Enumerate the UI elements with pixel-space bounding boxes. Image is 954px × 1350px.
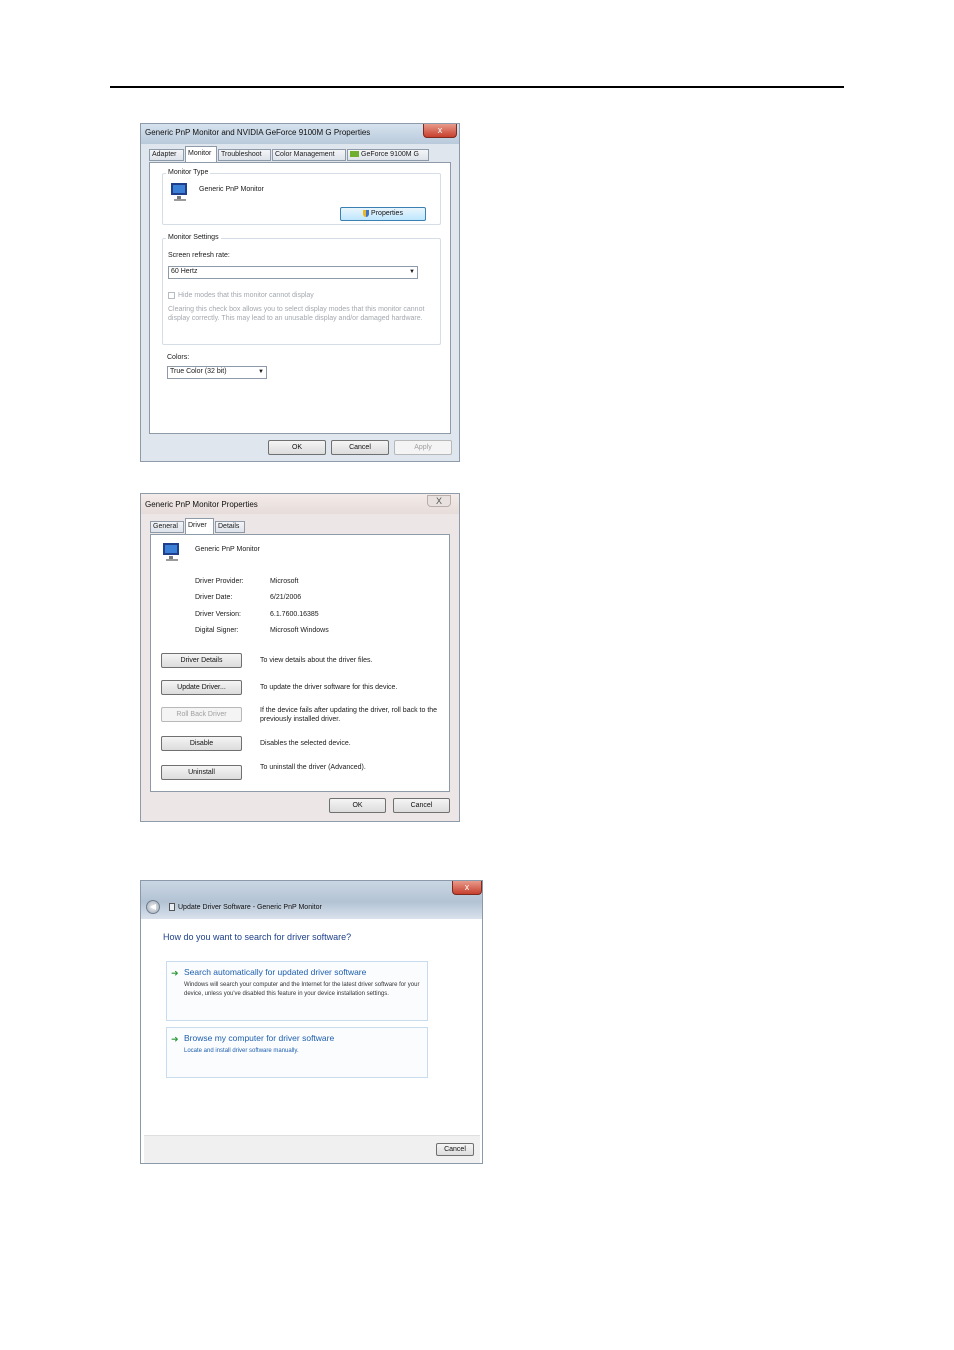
driver-version-value: 6.1.7600.16385 (270, 611, 319, 618)
update-driver-button[interactable]: Update Driver... (161, 680, 242, 695)
update-driver-window: x ◀ Update Driver Software - Generic PnP… (140, 880, 483, 1164)
driver-details-button[interactable]: Driver Details (161, 653, 242, 668)
back-arrow-icon[interactable]: ◀ (146, 900, 160, 914)
search-automatically-description: Windows will search your computer and th… (184, 982, 420, 997)
hide-modes-checkbox[interactable] (168, 292, 175, 299)
green-arrow-icon: ➜ (171, 968, 179, 978)
driver-date-label: Driver Date: (195, 594, 233, 601)
device-name: Generic PnP Monitor (195, 546, 260, 553)
ok-button[interactable]: OK (329, 798, 386, 813)
ok-button[interactable]: OK (268, 440, 326, 455)
search-automatically-option[interactable]: ➜ Search automatically for updated drive… (166, 961, 428, 1021)
uninstall-button[interactable]: Uninstall (161, 765, 242, 780)
digital-signer-value: Microsoft Windows (270, 627, 329, 634)
close-button[interactable]: X (427, 495, 451, 507)
driver-details-description: To view details about the driver files. (260, 657, 373, 664)
monitor-icon (163, 543, 179, 561)
tab-monitor[interactable]: Monitor (185, 146, 217, 162)
roll-back-driver-description: If the device fails after updating the d… (260, 707, 438, 723)
page-header-rule (110, 86, 844, 88)
window-title: Generic PnP Monitor and NVIDIA GeForce 9… (145, 128, 371, 137)
refresh-rate-select[interactable]: 60 Hertz ▼ (168, 266, 418, 279)
driver-date-value: 6/21/2006 (270, 594, 302, 601)
hide-modes-label: Hide modes that this monitor cannot disp… (178, 292, 314, 299)
uninstall-description: To uninstall the driver (Advanced). (260, 764, 366, 771)
title-bar: Generic PnP Monitor and NVIDIA GeForce 9… (141, 124, 459, 144)
tab-panel: Monitor Type Generic PnP Monitor Propert… (149, 162, 451, 434)
monitor-name: Generic PnP Monitor (199, 186, 264, 193)
monitor-type-label: Monitor Type (166, 169, 211, 176)
colors-label: Colors: (167, 354, 190, 361)
search-automatically-title: Search automatically for updated driver … (184, 967, 367, 977)
hide-modes-description: Clearing this check box allows you to se… (168, 306, 425, 322)
title-bar: Generic PnP Monitor Properties X (141, 494, 459, 514)
disable-button[interactable]: Disable (161, 736, 242, 751)
colors-value: True Color (32 bit) (170, 368, 227, 375)
browse-computer-title: Browse my computer for driver software (184, 1033, 335, 1043)
chevron-down-icon: ▼ (409, 269, 415, 275)
search-question: How do you want to search for driver sof… (163, 932, 352, 942)
tab-color-management[interactable]: Color Management (272, 149, 346, 161)
green-arrow-icon: ➜ (171, 1034, 179, 1044)
disable-description: Disables the selected device. (260, 740, 351, 747)
colors-select[interactable]: True Color (32 bit) ▼ (167, 366, 267, 379)
device-manager-icon (169, 903, 175, 911)
driver-version-label: Driver Version: (195, 611, 241, 618)
tab-adapter[interactable]: Adapter (149, 149, 184, 161)
wizard-footer: Cancel (144, 1135, 480, 1163)
refresh-rate-value: 60 Hertz (171, 268, 198, 275)
close-button[interactable]: x (452, 881, 482, 895)
monitor-settings-label: Monitor Settings (166, 234, 221, 241)
driver-provider-value: Microsoft (270, 578, 299, 585)
tab-details[interactable]: Details (215, 521, 245, 533)
apply-button[interactable]: Apply (394, 440, 452, 455)
monitor-icon (171, 183, 187, 201)
tab-driver[interactable]: Driver (185, 518, 214, 534)
tab-panel: Generic PnP Monitor Driver Provider: Mic… (150, 534, 450, 792)
browse-computer-description: Locate and install driver software manua… (184, 1048, 299, 1054)
properties-button-label: Properties (371, 210, 403, 217)
refresh-rate-label: Screen refresh rate: (168, 252, 230, 259)
tab-geforce-label: GeForce 9100M G (361, 151, 419, 158)
window-title: Generic PnP Monitor Properties (145, 500, 258, 509)
roll-back-driver-button[interactable]: Roll Back Driver (161, 707, 242, 722)
chevron-down-icon: ▼ (258, 369, 264, 375)
browse-computer-option[interactable]: ➜ Browse my computer for driver software… (166, 1027, 428, 1078)
close-button[interactable]: x (423, 124, 457, 138)
driver-provider-label: Driver Provider: (195, 578, 244, 585)
tab-geforce[interactable]: GeForce 9100M G (347, 149, 429, 161)
cancel-button[interactable]: Cancel (393, 798, 450, 813)
window-title: Update Driver Software - Generic PnP Mon… (178, 904, 322, 911)
tab-troubleshoot[interactable]: Troubleshoot (218, 149, 271, 161)
digital-signer-label: Digital Signer: (195, 627, 239, 634)
nvidia-icon (350, 151, 359, 158)
monitor-settings-group: Monitor Settings Screen refresh rate: 60… (162, 234, 441, 345)
tab-general[interactable]: General (150, 521, 184, 533)
wizard-content: How do you want to search for driver sof… (144, 919, 480, 1135)
monitor-properties-window: Generic PnP Monitor and NVIDIA GeForce 9… (140, 123, 460, 462)
cancel-button[interactable]: Cancel (436, 1143, 474, 1156)
properties-button[interactable]: Properties (340, 207, 426, 221)
monitor-type-group: Monitor Type Generic PnP Monitor Propert… (162, 169, 441, 225)
shield-icon (363, 209, 370, 217)
title-bar: x ◀ Update Driver Software - Generic PnP… (141, 881, 482, 919)
cancel-button[interactable]: Cancel (331, 440, 389, 455)
update-driver-description: To update the driver software for this d… (260, 684, 398, 691)
driver-properties-window: Generic PnP Monitor Properties X General… (140, 493, 460, 822)
